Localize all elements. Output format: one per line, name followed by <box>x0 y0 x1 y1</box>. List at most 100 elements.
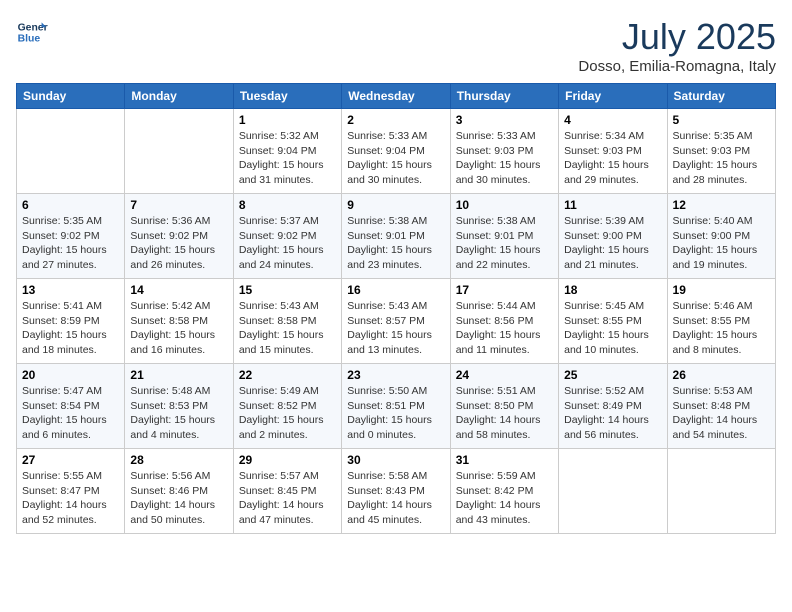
calendar-cell <box>559 449 667 534</box>
day-number: 28 <box>130 453 227 467</box>
day-number: 2 <box>347 113 444 127</box>
calendar-cell: 16 Sunrise: 5:43 AM Sunset: 8:57 PM Dayli… <box>342 279 450 364</box>
calendar-cell: 8 Sunrise: 5:37 AM Sunset: 9:02 PM Daylig… <box>233 194 341 279</box>
calendar-cell: 11Sunrise: 5:39 AM Sunset: 9:00 PM Dayli… <box>559 194 667 279</box>
logo-icon: General Blue <box>16 16 48 48</box>
calendar-cell <box>667 449 775 534</box>
day-info: Sunrise: 5:55 AM Sunset: 8:47 PM Dayligh… <box>22 469 119 528</box>
day-header-monday: Monday <box>125 84 233 109</box>
calendar-cell: 26Sunrise: 5:53 AM Sunset: 8:48 PM Dayli… <box>667 364 775 449</box>
day-info: Sunrise: 5:57 AM Sunset: 8:45 PM Dayligh… <box>239 469 336 528</box>
calendar-cell: 23 Sunrise: 5:50 AM Sunset: 8:51 PM Dayli… <box>342 364 450 449</box>
day-number: 25 <box>564 368 661 382</box>
calendar-cell: 19 Sunrise: 5:46 AM Sunset: 8:55 PM Dayli… <box>667 279 775 364</box>
day-header-sunday: Sunday <box>17 84 125 109</box>
day-number: 20 <box>22 368 119 382</box>
title-area: July 2025 Dosso, Emilia-Romagna, Italy <box>578 16 776 75</box>
calendar-cell: 13Sunrise: 5:41 AM Sunset: 8:59 PM Dayli… <box>17 279 125 364</box>
header: General Blue July 2025 Dosso, Emilia-Rom… <box>16 16 776 75</box>
calendar-cell: 15Sunrise: 5:43 AM Sunset: 8:58 PM Dayli… <box>233 279 341 364</box>
calendar-cell: 18 Sunrise: 5:45 AM Sunset: 8:55 PM Dayli… <box>559 279 667 364</box>
day-number: 31 <box>456 453 553 467</box>
day-number: 14 <box>130 283 227 297</box>
day-info: Sunrise: 5:52 AM Sunset: 8:49 PM Dayligh… <box>564 384 661 443</box>
calendar-cell: 14 Sunrise: 5:42 AM Sunset: 8:58 PM Dayli… <box>125 279 233 364</box>
month-title: July 2025 <box>578 16 776 58</box>
week-row-1: 1Sunrise: 5:32 AM Sunset: 9:04 PM Daylig… <box>17 109 776 194</box>
calendar-cell: 22 Sunrise: 5:49 AM Sunset: 8:52 PM Dayli… <box>233 364 341 449</box>
day-header-saturday: Saturday <box>667 84 775 109</box>
day-number: 13 <box>22 283 119 297</box>
day-info: Sunrise: 5:59 AM Sunset: 8:42 PM Dayligh… <box>456 469 553 528</box>
day-header-tuesday: Tuesday <box>233 84 341 109</box>
day-info: Sunrise: 5:40 AM Sunset: 9:00 PM Dayligh… <box>673 214 770 273</box>
calendar-cell: 25 Sunrise: 5:52 AM Sunset: 8:49 PM Dayli… <box>559 364 667 449</box>
day-number: 4 <box>564 113 661 127</box>
calendar-cell: 3Sunrise: 5:33 AM Sunset: 9:03 PM Daylig… <box>450 109 558 194</box>
svg-text:Blue: Blue <box>18 34 41 45</box>
location-title: Dosso, Emilia-Romagna, Italy <box>578 58 776 75</box>
day-number: 30 <box>347 453 444 467</box>
day-info: Sunrise: 5:32 AM Sunset: 9:04 PM Dayligh… <box>239 129 336 188</box>
day-number: 6 <box>22 198 119 212</box>
day-info: Sunrise: 5:37 AM Sunset: 9:02 PM Dayligh… <box>239 214 336 273</box>
day-info: Sunrise: 5:44 AM Sunset: 8:56 PM Dayligh… <box>456 299 553 358</box>
day-number: 16 <box>347 283 444 297</box>
day-info: Sunrise: 5:48 AM Sunset: 8:53 PM Dayligh… <box>130 384 227 443</box>
week-row-4: 20 Sunrise: 5:47 AM Sunset: 8:54 PM Dayli… <box>17 364 776 449</box>
day-number: 26 <box>673 368 770 382</box>
calendar-cell <box>125 109 233 194</box>
day-number: 9 <box>347 198 444 212</box>
calendar-cell: 5Sunrise: 5:35 AM Sunset: 9:03 PM Daylig… <box>667 109 775 194</box>
day-number: 22 <box>239 368 336 382</box>
calendar-cell: 4 Sunrise: 5:34 AM Sunset: 9:03 PM Daylig… <box>559 109 667 194</box>
day-info: Sunrise: 5:50 AM Sunset: 8:51 PM Dayligh… <box>347 384 444 443</box>
day-info: Sunrise: 5:38 AM Sunset: 9:01 PM Dayligh… <box>456 214 553 273</box>
day-info: Sunrise: 5:49 AM Sunset: 8:52 PM Dayligh… <box>239 384 336 443</box>
calendar-cell: 20 Sunrise: 5:47 AM Sunset: 8:54 PM Dayli… <box>17 364 125 449</box>
week-row-3: 13Sunrise: 5:41 AM Sunset: 8:59 PM Dayli… <box>17 279 776 364</box>
day-info: Sunrise: 5:45 AM Sunset: 8:55 PM Dayligh… <box>564 299 661 358</box>
day-header-wednesday: Wednesday <box>342 84 450 109</box>
day-number: 10 <box>456 198 553 212</box>
day-info: Sunrise: 5:46 AM Sunset: 8:55 PM Dayligh… <box>673 299 770 358</box>
calendar-cell: 2 Sunrise: 5:33 AM Sunset: 9:04 PM Daylig… <box>342 109 450 194</box>
calendar-cell: 17 Sunrise: 5:44 AM Sunset: 8:56 PM Dayli… <box>450 279 558 364</box>
calendar-cell: 30Sunrise: 5:58 AM Sunset: 8:43 PM Dayli… <box>342 449 450 534</box>
day-info: Sunrise: 5:39 AM Sunset: 9:00 PM Dayligh… <box>564 214 661 273</box>
calendar-table: SundayMondayTuesdayWednesdayThursdayFrid… <box>16 83 776 534</box>
day-info: Sunrise: 5:33 AM Sunset: 9:04 PM Dayligh… <box>347 129 444 188</box>
calendar-cell: 28 Sunrise: 5:56 AM Sunset: 8:46 PM Dayli… <box>125 449 233 534</box>
day-info: Sunrise: 5:47 AM Sunset: 8:54 PM Dayligh… <box>22 384 119 443</box>
calendar-cell: 1Sunrise: 5:32 AM Sunset: 9:04 PM Daylig… <box>233 109 341 194</box>
logo: General Blue <box>16 16 48 48</box>
day-number: 17 <box>456 283 553 297</box>
calendar-cell <box>17 109 125 194</box>
day-info: Sunrise: 5:56 AM Sunset: 8:46 PM Dayligh… <box>130 469 227 528</box>
day-info: Sunrise: 5:38 AM Sunset: 9:01 PM Dayligh… <box>347 214 444 273</box>
calendar-cell: 21Sunrise: 5:48 AM Sunset: 8:53 PM Dayli… <box>125 364 233 449</box>
day-info: Sunrise: 5:35 AM Sunset: 9:02 PM Dayligh… <box>22 214 119 273</box>
day-info: Sunrise: 5:42 AM Sunset: 8:58 PM Dayligh… <box>130 299 227 358</box>
day-info: Sunrise: 5:34 AM Sunset: 9:03 PM Dayligh… <box>564 129 661 188</box>
day-info: Sunrise: 5:36 AM Sunset: 9:02 PM Dayligh… <box>130 214 227 273</box>
day-number: 7 <box>130 198 227 212</box>
day-number: 19 <box>673 283 770 297</box>
day-number: 15 <box>239 283 336 297</box>
day-number: 27 <box>22 453 119 467</box>
day-number: 8 <box>239 198 336 212</box>
day-number: 23 <box>347 368 444 382</box>
day-number: 18 <box>564 283 661 297</box>
calendar-cell: 10 Sunrise: 5:38 AM Sunset: 9:01 PM Dayli… <box>450 194 558 279</box>
calendar-cell: 7 Sunrise: 5:36 AM Sunset: 9:02 PM Daylig… <box>125 194 233 279</box>
day-number: 12 <box>673 198 770 212</box>
day-info: Sunrise: 5:43 AM Sunset: 8:57 PM Dayligh… <box>347 299 444 358</box>
calendar-cell: 27 Sunrise: 5:55 AM Sunset: 8:47 PM Dayli… <box>17 449 125 534</box>
calendar-cell: 12 Sunrise: 5:40 AM Sunset: 9:00 PM Dayli… <box>667 194 775 279</box>
day-info: Sunrise: 5:51 AM Sunset: 8:50 PM Dayligh… <box>456 384 553 443</box>
svg-text:General: General <box>18 22 48 33</box>
calendar-cell: 24Sunrise: 5:51 AM Sunset: 8:50 PM Dayli… <box>450 364 558 449</box>
day-header-thursday: Thursday <box>450 84 558 109</box>
day-number: 29 <box>239 453 336 467</box>
calendar-cell: 9 Sunrise: 5:38 AM Sunset: 9:01 PM Daylig… <box>342 194 450 279</box>
